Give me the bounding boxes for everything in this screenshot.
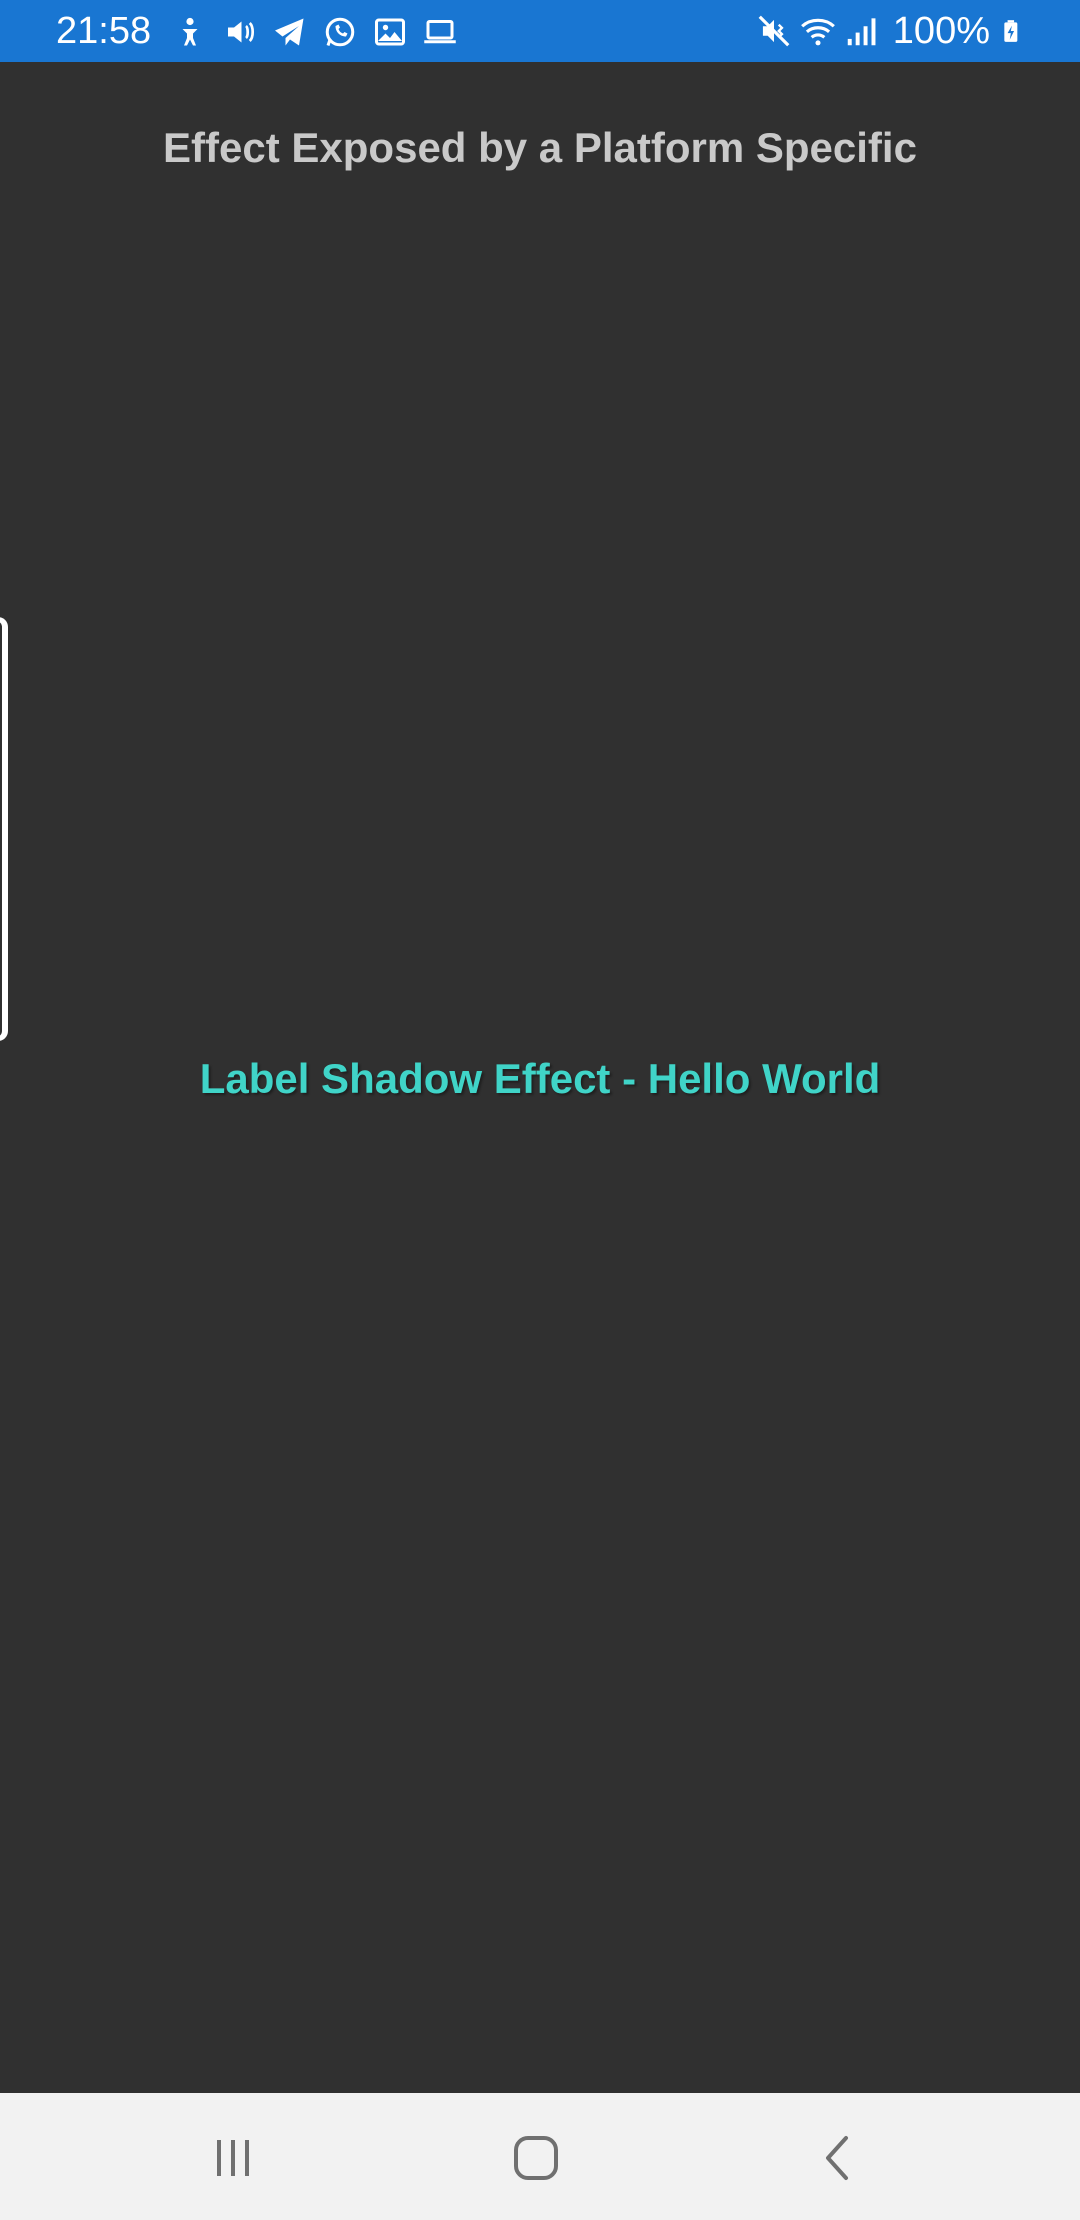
battery-charging-icon — [1004, 20, 1018, 42]
status-time: 21:58 — [56, 10, 152, 52]
notification-icons — [172, 12, 458, 52]
laptop-icon — [424, 20, 456, 44]
whatsapp-icon — [325, 17, 355, 47]
battery-percent: 100% — [892, 10, 990, 52]
app-screen: 21:58 100% Effect Exposed by a Platform … — [0, 0, 1080, 2220]
navigation-bar — [0, 2093, 1080, 2220]
accessibility-icon — [182, 17, 198, 46]
home-icon — [514, 2136, 558, 2180]
shadow-effect-label: Label Shadow Effect - Hello World — [199, 1055, 881, 1102]
telegram-icon — [275, 18, 304, 46]
wifi-icon — [800, 18, 835, 46]
recent-apps-icon — [217, 2140, 249, 2176]
volume-icon — [228, 21, 255, 43]
gallery-icon — [375, 18, 405, 46]
home-button[interactable] — [501, 2123, 571, 2193]
mute-vibrate-icon — [758, 15, 790, 47]
edge-panel-handle[interactable] — [0, 617, 8, 1041]
recent-apps-button[interactable] — [198, 2123, 268, 2193]
signal-icon — [847, 18, 876, 46]
system-status-icons: 100% — [755, 10, 1026, 52]
back-icon — [826, 2136, 848, 2180]
page-title: Effect Exposed by a Platform Specific — [163, 124, 917, 171]
status-bar: 21:58 100% — [0, 0, 1080, 62]
back-button[interactable] — [803, 2123, 873, 2193]
